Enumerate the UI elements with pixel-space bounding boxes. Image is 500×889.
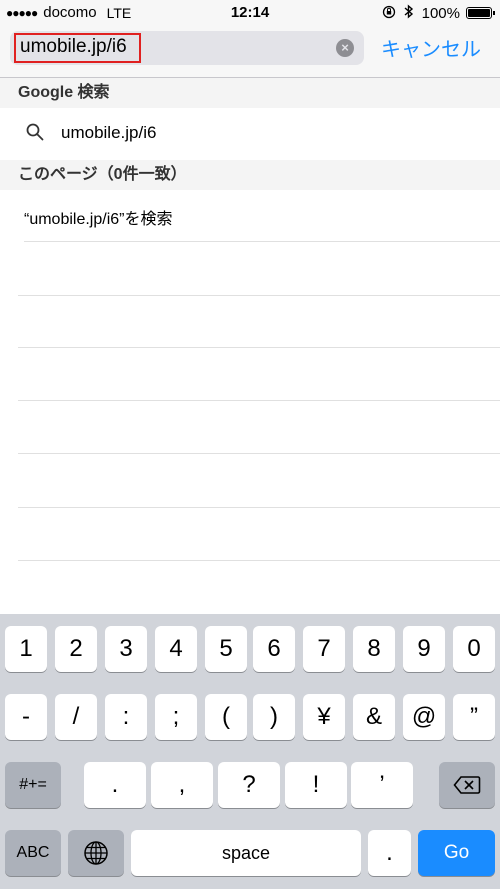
divider <box>18 507 500 508</box>
divider <box>18 347 500 348</box>
key-symbols[interactable]: #+= <box>5 762 61 808</box>
key-hyphen[interactable]: - <box>5 694 47 740</box>
key-2[interactable]: 2 <box>55 626 97 672</box>
page-find-header: このページ（0件一致） <box>0 160 500 190</box>
key-exclamation[interactable]: ! <box>285 762 347 808</box>
key-colon[interactable]: : <box>105 694 147 740</box>
key-semicolon[interactable]: ; <box>155 694 197 740</box>
globe-icon <box>84 841 108 865</box>
divider <box>18 560 500 561</box>
google-suggestion-item[interactable]: umobile.jp/i6 <box>61 123 156 143</box>
key-9[interactable]: 9 <box>403 626 445 672</box>
keyboard: 1 2 3 4 5 6 7 8 9 0 - / : ; ( ) ¥ & @ ” … <box>0 614 500 889</box>
key-3[interactable]: 3 <box>105 626 147 672</box>
space-key[interactable]: space <box>131 830 361 876</box>
key-quote[interactable]: ” <box>453 694 495 740</box>
key-open-paren[interactable]: ( <box>205 694 247 740</box>
key-apostrophe[interactable]: ’ <box>351 762 413 808</box>
status-right: 100% <box>382 4 495 22</box>
bluetooth-icon <box>404 4 414 22</box>
key-yen[interactable]: ¥ <box>303 694 345 740</box>
key-7[interactable]: 7 <box>303 626 345 672</box>
clear-icon[interactable]: × <box>336 39 354 57</box>
key-5[interactable]: 5 <box>205 626 247 672</box>
key-0[interactable]: 0 <box>453 626 495 672</box>
search-bar: umobile.jp/i6 × キャンセル <box>0 26 500 78</box>
key-4[interactable]: 4 <box>155 626 197 672</box>
delete-button[interactable] <box>439 762 495 808</box>
backspace-icon <box>453 776 481 794</box>
status-bar: ●●●●● docomo LTE 12:14 100% <box>0 0 500 26</box>
key-close-paren[interactable]: ) <box>253 694 295 740</box>
divider <box>24 241 500 242</box>
key-comma[interactable]: , <box>151 762 213 808</box>
divider <box>18 400 500 401</box>
key-8[interactable]: 8 <box>353 626 395 672</box>
divider <box>18 453 500 454</box>
globe-button[interactable] <box>68 830 124 876</box>
search-input-value: umobile.jp/i6 <box>20 36 127 57</box>
go-button[interactable]: Go <box>418 830 495 876</box>
search-icon <box>26 123 44 141</box>
key-1[interactable]: 1 <box>5 626 47 672</box>
key-question[interactable]: ? <box>218 762 280 808</box>
find-on-page-item[interactable]: “umobile.jp/i6”を検索 <box>24 205 173 229</box>
key-period[interactable]: . <box>84 762 146 808</box>
key-slash[interactable]: / <box>55 694 97 740</box>
key-abc[interactable]: ABC <box>5 830 61 876</box>
battery-level <box>468 9 490 17</box>
key-period-bottom[interactable]: . <box>368 830 411 876</box>
google-search-header: Google 検索 <box>0 78 500 108</box>
key-ampersand[interactable]: & <box>353 694 395 740</box>
key-6[interactable]: 6 <box>253 626 295 672</box>
divider <box>18 295 500 296</box>
battery-percent: 100% <box>421 4 460 22</box>
search-input[interactable]: umobile.jp/i6 × <box>10 31 364 65</box>
cancel-button[interactable]: キャンセル <box>381 33 481 62</box>
orientation-lock-icon <box>382 5 396 22</box>
key-at[interactable]: @ <box>403 694 445 740</box>
battery-icon <box>466 7 495 19</box>
